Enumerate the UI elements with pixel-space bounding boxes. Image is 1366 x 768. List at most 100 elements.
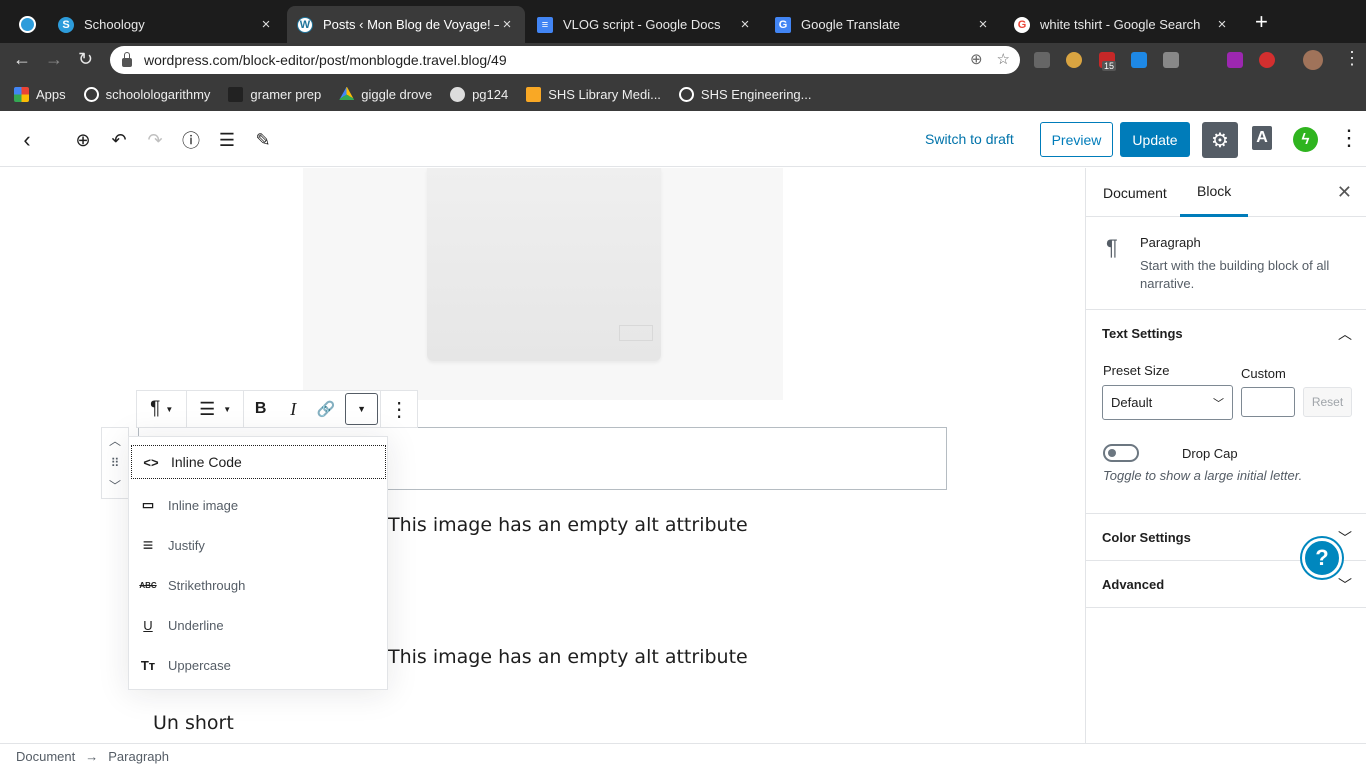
drop-cap-help: Toggle to show a large initial letter. (1103, 468, 1303, 483)
more-formats-dropdown-icon[interactable]: ▼ (344, 393, 379, 425)
menu-item-inline-code[interactable]: <> Inline Code (131, 445, 386, 479)
apps-grid-icon (14, 86, 29, 102)
bookmark-apps[interactable]: Apps (14, 86, 66, 102)
undo-icon[interactable]: ↶ (108, 129, 130, 151)
block-more-icon[interactable]: ⋮ (381, 391, 417, 427)
move-up-icon[interactable]: ︿ (109, 432, 121, 449)
info-icon[interactable]: ⓘ (180, 129, 202, 151)
paragraph-text[interactable]: Un short (153, 712, 234, 734)
color-extension-icon[interactable] (1227, 52, 1243, 68)
owl-extension-icon[interactable] (1066, 52, 1082, 68)
update-button[interactable]: Update (1120, 122, 1190, 157)
move-down-icon[interactable]: ﹀ (109, 477, 121, 494)
breadcrumb-paragraph[interactable]: Paragraph (108, 749, 169, 764)
help-button[interactable]: ? (1302, 538, 1342, 578)
abp-extension-icon[interactable]: 15 (1099, 52, 1117, 71)
schoology-icon (83, 86, 99, 102)
bookmark-label: SHS Engineering... (700, 86, 812, 102)
chrome-menu-icon[interactable]: ⋮ (1343, 49, 1361, 67)
bold-icon[interactable]: B (244, 391, 278, 427)
strikethrough-icon: ABC (139, 580, 157, 590)
back-chevron-icon[interactable]: ‹ (16, 127, 38, 152)
image-block[interactable] (303, 168, 783, 400)
menu-item-underline[interactable]: U Underline (129, 605, 387, 645)
crx-extension-icon[interactable] (1034, 52, 1050, 68)
align-left-icon[interactable]: ☰ ▼ (187, 391, 242, 427)
chevron-up-icon[interactable]: ︿ (1338, 324, 1352, 344)
edit-pencil-icon[interactable]: ✎ (252, 129, 274, 151)
settings-gear-icon[interactable]: ⚙ (1202, 122, 1238, 158)
menu-item-strikethrough[interactable]: ABC Strikethrough (129, 565, 387, 605)
add-icon[interactable]: ⊕ (970, 50, 983, 68)
gb-icon (228, 86, 244, 102)
forward-arrow-icon[interactable]: → (45, 50, 63, 68)
add-block-icon[interactable]: ⊕ (72, 129, 94, 151)
schoology-pinned-icon[interactable] (19, 16, 36, 33)
tab-google-translate[interactable]: G Google Translate × (765, 6, 1001, 43)
close-icon[interactable]: × (258, 16, 274, 33)
outline-icon[interactable]: ☰ (216, 129, 238, 151)
bookmark-giggle-drove[interactable]: giggle drove (339, 86, 432, 102)
drag-handle-icon[interactable]: ⠿ (111, 456, 120, 470)
profile-avatar[interactable] (1303, 50, 1323, 70)
custom-size-input[interactable] (1241, 387, 1295, 417)
tab-schoology[interactable]: S Schoology × (48, 6, 284, 43)
library-icon (526, 86, 542, 102)
briefcase-extension-icon[interactable] (1163, 52, 1179, 68)
italic-icon[interactable]: I (277, 391, 309, 427)
block-mover: ︿ ⠿ ﹀ (101, 427, 129, 499)
block-name: Paragraph (1140, 235, 1201, 250)
paragraph-type-icon[interactable]: ¶ ▼ (137, 391, 186, 427)
close-icon[interactable]: × (975, 16, 991, 33)
address-bar[interactable]: wordpress.com/block-editor/post/monblogd… (110, 46, 1020, 74)
bookmark-gramer-prep[interactable]: gramer prep (228, 86, 322, 102)
switch-to-draft-button[interactable]: Switch to draft (925, 131, 1014, 147)
chevron-down-icon: ﹀ (1338, 530, 1352, 546)
bookmark-schoolologarithmy[interactable]: schoolologarithmy (83, 86, 210, 102)
menu-item-uppercase[interactable]: Tт Uppercase (129, 645, 387, 685)
drop-cap-toggle[interactable] (1103, 444, 1139, 462)
block-card: ¶ Paragraph Start with the building bloc… (1086, 217, 1366, 310)
bookmark-shs-library[interactable]: SHS Library Medi... (526, 86, 661, 102)
reset-button[interactable]: Reset (1303, 387, 1352, 417)
back-arrow-icon[interactable]: ← (13, 50, 31, 68)
tab-google-search[interactable]: G white tshirt - Google Search × (1004, 6, 1240, 43)
a-icon[interactable]: A (1252, 126, 1272, 150)
bookmark-label: gramer prep (250, 86, 322, 102)
more-options-icon[interactable]: ⋮ (1338, 127, 1360, 149)
text-settings-toggle[interactable]: Text Settings (1086, 310, 1366, 356)
menu-item-label: Strikethrough (168, 577, 246, 593)
chevron-down-icon: ﹀ (1338, 577, 1352, 593)
preset-size-label: Preset Size (1103, 363, 1170, 378)
bookmark-pg124[interactable]: pg124 (450, 86, 508, 102)
jetpack-icon[interactable]: ϟ (1293, 127, 1318, 152)
lock-icon (122, 51, 132, 67)
browser-toolbar: ← → ↻ wordpress.com/block-editor/post/mo… (0, 43, 1366, 77)
preset-size-select[interactable]: Default ﹀ (1102, 385, 1233, 420)
new-tab-button[interactable]: + (1255, 11, 1268, 33)
close-icon[interactable]: × (499, 16, 515, 33)
tab-google-docs[interactable]: ≡ VLOG script - Google Docs × (527, 6, 763, 43)
tab-block[interactable]: Block (1180, 168, 1249, 217)
menu-item-justify[interactable]: ≡ Justify (129, 525, 387, 565)
red-extension-icon[interactable] (1259, 52, 1275, 68)
menu-item-inline-image[interactable]: ▭ Inline image (129, 485, 387, 525)
redo-icon[interactable]: ↷ (144, 129, 166, 151)
reload-icon[interactable]: ↻ (78, 50, 93, 68)
tab-document[interactable]: Document (1103, 168, 1167, 217)
bookmark-shs-engineering[interactable]: SHS Engineering... (678, 86, 812, 102)
link-icon[interactable]: 🔗 (309, 391, 343, 427)
tab-wordpress[interactable]: W Posts ‹ Mon Blog de Voyage! — × (287, 6, 525, 43)
star-icon[interactable]: ☆ (997, 50, 1010, 68)
uppercase-icon: Tт (140, 657, 156, 673)
custom-size-label: Custom (1241, 366, 1286, 381)
justify-icon: ≡ (142, 534, 154, 555)
close-icon[interactable]: × (737, 16, 753, 33)
close-icon[interactable]: × (1214, 16, 1230, 33)
breadcrumb-document[interactable]: Document (16, 749, 75, 764)
close-icon[interactable]: ✕ (1337, 182, 1352, 203)
preview-button[interactable]: Preview (1040, 122, 1113, 157)
panel-title: Text Settings (1102, 325, 1183, 341)
extension-icon[interactable] (1131, 52, 1147, 68)
bookmark-label: Apps (36, 86, 66, 102)
